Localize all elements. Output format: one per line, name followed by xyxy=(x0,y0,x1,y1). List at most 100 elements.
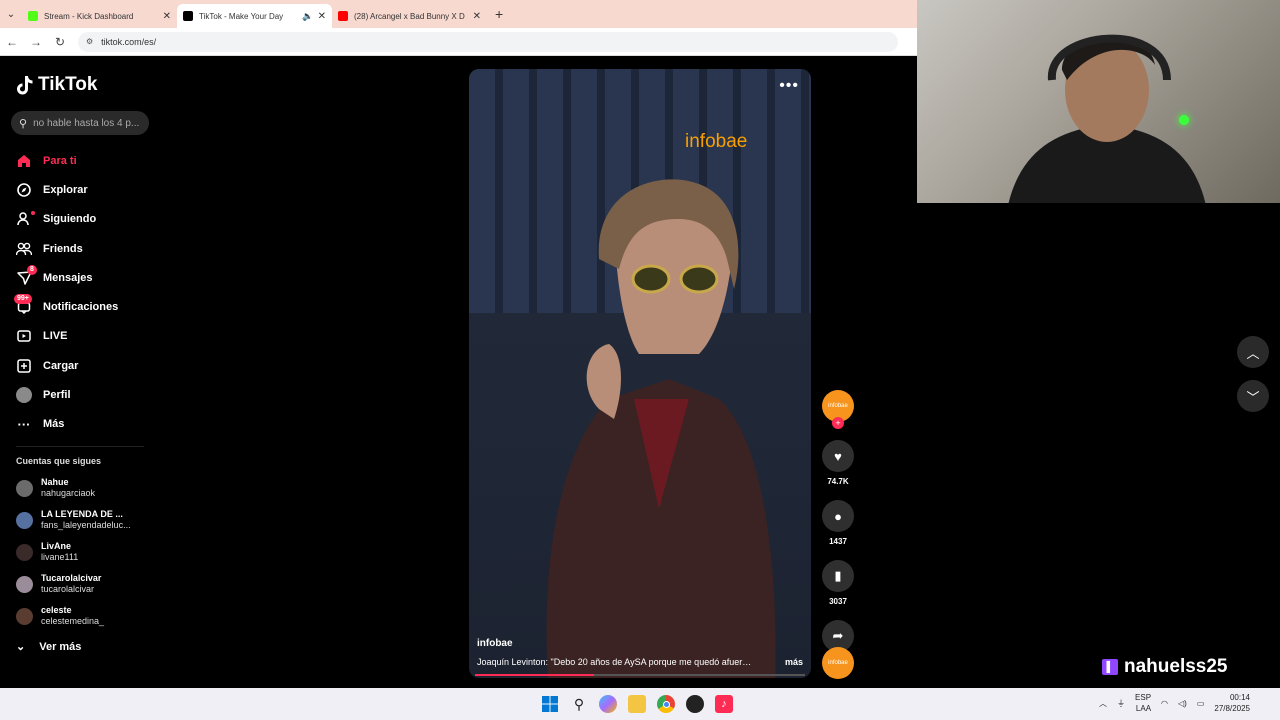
video-player[interactable]: ••• infobae infobae Joaquín Levinton: "D… xyxy=(469,69,811,678)
sidebar-item-siguiendo[interactable]: Siguiendo xyxy=(16,205,118,234)
site-info-icon[interactable]: ⚙ xyxy=(86,37,93,46)
following-account[interactable]: LA LEYENDA DE ... fans_laleyendadeluc... xyxy=(16,509,131,531)
friends-icon xyxy=(16,241,32,257)
video-caption-row: Joaquín Levinton: "Debo 20 años de AySA … xyxy=(477,657,803,667)
avatar xyxy=(16,543,33,561)
sidebar-item-label: Mensajes xyxy=(43,271,93,284)
sidebar-item-label: Siguiendo xyxy=(43,213,97,226)
close-tab-icon[interactable]: ✕ xyxy=(163,11,171,22)
windows-start-icon[interactable] xyxy=(541,695,559,713)
see-more-button[interactable]: ⌄ Ver más xyxy=(16,640,82,654)
battery-icon[interactable]: ▭ xyxy=(1197,699,1205,708)
following-account[interactable]: Tucarolalcivar tucarolalcivar xyxy=(16,573,101,595)
sidebar-item-friends[interactable]: Friends xyxy=(16,234,118,263)
sidebar-item-para-ti[interactable]: Para ti xyxy=(16,146,118,175)
tab-tiktok[interactable]: TikTok - Make Your Day 🔈 ✕ xyxy=(177,4,332,28)
creator-avatar-label: infobae xyxy=(828,403,848,409)
sidebar-item-mas[interactable]: ··· Más xyxy=(16,410,118,439)
creator-avatar[interactable]: infobae + xyxy=(822,390,854,429)
obs-icon[interactable] xyxy=(686,695,704,713)
search-icon: ⚲ xyxy=(19,117,28,130)
search-input[interactable]: ⚲ no hable hasta los 4 p... xyxy=(11,111,149,135)
tab-search-dropdown[interactable]: ⌄ xyxy=(0,0,22,28)
following-account[interactable]: Nahue nahugarciaok xyxy=(16,477,95,499)
tab-title: TikTok - Make Your Day xyxy=(199,11,284,21)
video-person-figure xyxy=(546,179,776,678)
sound-avatar[interactable]: infobae xyxy=(822,647,854,679)
search-text: no hable hasta los 4 p... xyxy=(33,117,140,129)
file-explorer-icon[interactable] xyxy=(628,695,646,713)
sound-avatar-label: infobae xyxy=(828,660,848,666)
avatar xyxy=(16,511,33,529)
video-progress-bar[interactable] xyxy=(475,674,805,676)
account-handle: nahugarciaok xyxy=(41,488,96,498)
browser-tab-bar: ⌄ Stream - Kick Dashboard ✕ TikTok - Mak… xyxy=(0,0,917,28)
sidebar-item-cargar[interactable]: Cargar xyxy=(16,351,118,380)
comment-icon: ● xyxy=(834,508,842,524)
tray-chevron-icon[interactable]: ︿ xyxy=(1099,698,1107,709)
avatar xyxy=(16,479,33,497)
message-count-badge: 8 xyxy=(27,265,37,276)
clock[interactable]: 00:14 27/8/2025 xyxy=(1214,692,1250,714)
follow-plus-icon[interactable]: + xyxy=(832,417,844,429)
next-video-button[interactable]: ﹀ xyxy=(1237,380,1269,412)
back-icon[interactable]: ← xyxy=(0,35,24,49)
see-more-label: Ver más xyxy=(39,640,82,653)
tiktok-app-icon[interactable]: ♪ xyxy=(715,695,733,713)
wifi-icon[interactable]: ◠ xyxy=(1161,699,1168,708)
copilot-icon[interactable] xyxy=(599,695,617,713)
chevron-down-icon: ⌄ xyxy=(16,641,26,653)
speaker-icon[interactable]: 🔈 xyxy=(302,11,313,22)
forward-icon[interactable]: → xyxy=(24,35,48,49)
search-icon[interactable]: ⚲ xyxy=(570,695,588,713)
sidebar-item-notificaciones[interactable]: Notificaciones 99+ xyxy=(14,292,119,321)
address-bar-row: ← → ↻ ⚙ tiktok.com/es/ xyxy=(0,28,917,56)
account-handle: tucarolalcivar xyxy=(41,584,95,594)
windows-taskbar: ⚲ ♪ ︿ ⏚ ESP LAA ◠ ◁) ▭ 00:14 27/8/2025 xyxy=(0,688,1280,720)
following-account[interactable]: celeste celestemedina_ xyxy=(16,605,104,627)
avatar xyxy=(16,575,33,593)
tab-kick[interactable]: Stream - Kick Dashboard ✕ xyxy=(22,4,177,28)
close-tab-icon[interactable]: ✕ xyxy=(318,11,326,22)
usb-icon[interactable]: ⏚ xyxy=(1117,698,1125,709)
close-tab-icon[interactable]: ✕ xyxy=(473,11,481,22)
save-button[interactable]: ▮ xyxy=(822,560,854,592)
sidebar-item-mensajes[interactable]: Mensajes 8 xyxy=(16,263,118,292)
video-author[interactable]: infobae xyxy=(477,638,513,649)
sidebar-menu: Para ti Explorar Siguiendo Friends Mensa… xyxy=(14,146,119,439)
account-handle: fans_laleyendadeluc... xyxy=(41,520,131,530)
lang-primary: ESP xyxy=(1135,693,1152,702)
heart-icon: ♥ xyxy=(834,448,842,464)
like-button[interactable]: ♥ xyxy=(822,440,854,472)
previous-video-button[interactable]: ︿ xyxy=(1237,336,1269,368)
volume-icon[interactable]: ◁) xyxy=(1178,699,1187,708)
caption-more-link[interactable]: más xyxy=(785,657,803,667)
channel-name: nahuelss25 xyxy=(1124,656,1228,677)
chrome-icon[interactable] xyxy=(657,695,675,713)
sidebar-item-perfil[interactable]: Perfil xyxy=(16,380,118,409)
sidebar-item-label: LIVE xyxy=(43,330,68,343)
stream-channel-tag: ▌ nahuelss25 xyxy=(1102,656,1228,678)
tiktok-logo[interactable]: TikTok xyxy=(16,74,97,96)
account-name: Tucarolalcivar xyxy=(41,573,102,583)
reload-icon[interactable]: ↻ xyxy=(48,35,72,49)
profile-icon xyxy=(16,387,32,404)
more-icon: ··· xyxy=(17,416,31,432)
comment-button[interactable]: ● xyxy=(822,500,854,532)
video-options-icon[interactable]: ••• xyxy=(779,77,799,95)
video-progress-fill xyxy=(475,674,594,676)
new-tab-button[interactable]: + xyxy=(495,6,503,22)
chevron-up-icon: ︿ xyxy=(1246,345,1260,361)
sidebar-item-explorar[interactable]: Explorar xyxy=(16,175,118,204)
language-indicator[interactable]: ESP LAA xyxy=(1135,692,1151,714)
account-name: LivAne xyxy=(41,541,72,551)
sidebar-item-live[interactable]: LIVE xyxy=(16,322,118,351)
webcam-overlay xyxy=(917,0,1280,203)
tab-youtube[interactable]: (28) Arcangel x Bad Bunny X D ✕ xyxy=(332,4,487,28)
sidebar-item-label: Notificaciones xyxy=(43,301,119,314)
url-field[interactable]: ⚙ tiktok.com/es/ xyxy=(78,31,898,52)
tiktok-favicon-icon xyxy=(183,11,193,21)
following-account[interactable]: LivAne livane111 xyxy=(16,541,78,563)
upload-icon xyxy=(16,358,32,374)
system-tray: ︿ ⏚ ESP LAA ◠ ◁) ▭ 00:14 27/8/2025 xyxy=(1099,692,1250,714)
